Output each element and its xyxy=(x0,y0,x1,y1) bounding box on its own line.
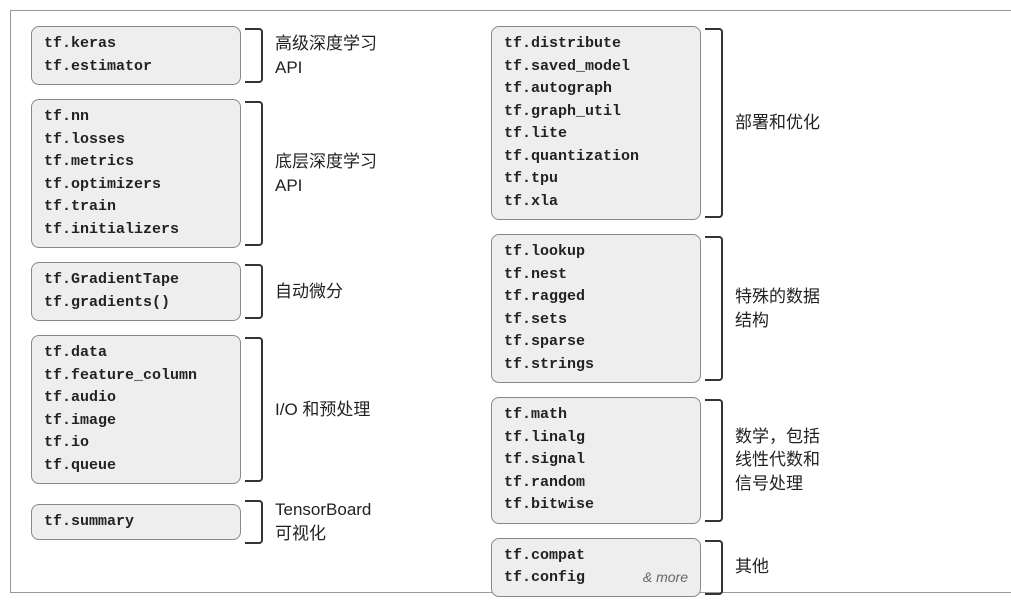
bracket-icon xyxy=(245,500,263,544)
api-box: tf.GradientTape tf.gradients() xyxy=(31,262,241,321)
api-item: tf.optimizers xyxy=(44,174,228,197)
group-label: 数学，包括线性代数和信号处理 xyxy=(723,425,863,496)
api-item: tf.feature_column xyxy=(44,365,228,388)
api-item: tf.compat xyxy=(504,545,688,568)
api-item: tf.graph_util xyxy=(504,101,688,124)
api-item: tf.ragged xyxy=(504,286,688,309)
api-item: tf.nn xyxy=(44,106,228,129)
api-item: tf.lite xyxy=(504,123,688,146)
group-other: tf.compat tf.config & more 其他 xyxy=(491,538,981,597)
api-box: tf.lookup tf.nest tf.ragged tf.sets tf.s… xyxy=(491,234,701,383)
api-box: tf.data tf.feature_column tf.audio tf.im… xyxy=(31,335,241,484)
api-item: tf.xla xyxy=(504,191,688,214)
group-label: 自动微分 xyxy=(263,280,403,304)
bracket-icon xyxy=(705,236,723,381)
api-box: tf.compat tf.config & more xyxy=(491,538,701,597)
api-item: tf.image xyxy=(44,410,228,433)
api-item: tf.signal xyxy=(504,449,688,472)
api-item: tf.sparse xyxy=(504,331,688,354)
group-low-level-api: tf.nn tf.losses tf.metrics tf.optimizers… xyxy=(31,99,471,248)
api-item: tf.sets xyxy=(504,309,688,332)
api-item: tf.queue xyxy=(44,455,228,478)
api-item: tf.initializers xyxy=(44,219,228,242)
api-item: tf.audio xyxy=(44,387,228,410)
api-item: tf.gradients() xyxy=(44,292,228,315)
bracket-icon xyxy=(705,399,723,522)
group-io-preprocessing: tf.data tf.feature_column tf.audio tf.im… xyxy=(31,335,471,484)
api-item: tf.tpu xyxy=(504,168,688,191)
api-item: tf.distribute xyxy=(504,33,688,56)
group-autodiff: tf.GradientTape tf.gradients() 自动微分 xyxy=(31,262,471,321)
api-item: tf.keras xyxy=(44,33,228,56)
group-math: tf.math tf.linalg tf.signal tf.random tf… xyxy=(491,397,981,524)
api-item: tf.losses xyxy=(44,129,228,152)
group-label: 底层深度学习API xyxy=(263,150,403,198)
api-box: tf.summary xyxy=(31,504,241,541)
bracket-icon xyxy=(705,540,723,595)
and-more-text: & more xyxy=(643,567,688,588)
bracket-icon xyxy=(705,28,723,218)
group-label: 特殊的数据结构 xyxy=(723,285,863,333)
api-item: tf.train xyxy=(44,196,228,219)
api-box: tf.math tf.linalg tf.signal tf.random tf… xyxy=(491,397,701,524)
api-item: tf.config & more xyxy=(504,567,688,590)
bracket-icon xyxy=(245,337,263,482)
api-item: tf.nest xyxy=(504,264,688,287)
api-item: tf.random xyxy=(504,472,688,495)
group-tensorboard: tf.summary TensorBoard可视化 xyxy=(31,498,471,546)
bracket-icon xyxy=(245,28,263,83)
group-label: 其他 xyxy=(723,555,863,579)
group-label: 高级深度学习API xyxy=(263,32,403,80)
api-box: tf.nn tf.losses tf.metrics tf.optimizers… xyxy=(31,99,241,248)
api-item: tf.math xyxy=(504,404,688,427)
group-special-data-structures: tf.lookup tf.nest tf.ragged tf.sets tf.s… xyxy=(491,234,981,383)
api-item: tf.linalg xyxy=(504,427,688,450)
api-item: tf.bitwise xyxy=(504,494,688,517)
api-item: tf.summary xyxy=(44,511,228,534)
api-box: tf.keras tf.estimator xyxy=(31,26,241,85)
api-item: tf.saved_model xyxy=(504,56,688,79)
api-box: tf.distribute tf.saved_model tf.autograp… xyxy=(491,26,701,220)
api-item: tf.metrics xyxy=(44,151,228,174)
group-deploy-optimize: tf.distribute tf.saved_model tf.autograp… xyxy=(491,26,981,220)
api-item: tf.autograph xyxy=(504,78,688,101)
api-item: tf.GradientTape xyxy=(44,269,228,292)
api-item-text: tf.config xyxy=(504,569,585,586)
api-item: tf.io xyxy=(44,432,228,455)
group-label: 部署和优化 xyxy=(723,111,863,135)
group-high-level-api: tf.keras tf.estimator 高级深度学习API xyxy=(31,26,471,85)
left-column: tf.keras tf.estimator 高级深度学习API tf.nn tf… xyxy=(31,26,471,577)
group-label: TensorBoard可视化 xyxy=(263,498,403,546)
group-label: I/O 和预处理 xyxy=(263,398,403,422)
api-item: tf.data xyxy=(44,342,228,365)
bracket-icon xyxy=(245,264,263,319)
bracket-icon xyxy=(245,101,263,246)
api-item: tf.estimator xyxy=(44,56,228,79)
diagram-container: tf.keras tf.estimator 高级深度学习API tf.nn tf… xyxy=(10,10,1011,593)
api-item: tf.quantization xyxy=(504,146,688,169)
api-item: tf.lookup xyxy=(504,241,688,264)
right-column: tf.distribute tf.saved_model tf.autograp… xyxy=(491,26,981,577)
api-item: tf.strings xyxy=(504,354,688,377)
